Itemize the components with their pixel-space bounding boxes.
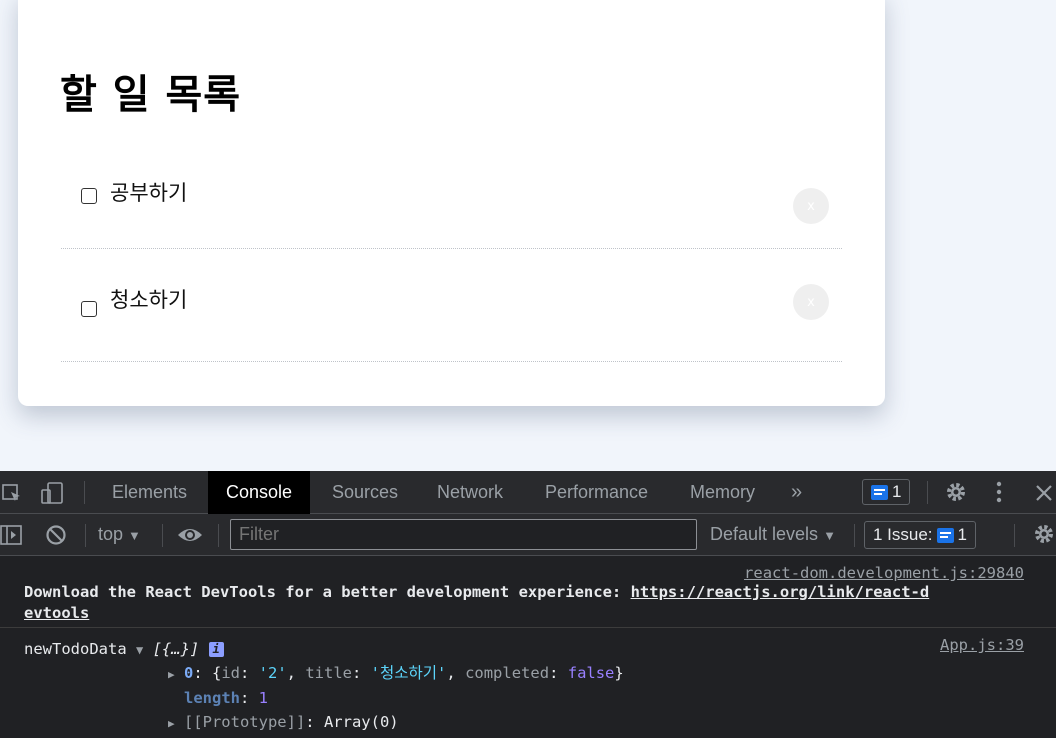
message-source-link[interactable]: App.js:39 <box>940 636 1024 654</box>
issues-count: 1 <box>957 525 968 544</box>
divider <box>218 524 219 547</box>
tab-network[interactable]: Network <box>419 471 521 514</box>
prop-value: '2' <box>258 664 287 682</box>
tab-sources[interactable]: Sources <box>314 471 416 514</box>
more-tabs-button[interactable]: » <box>773 471 820 514</box>
array-index: 0 <box>183 664 194 682</box>
log-levels-dropdown[interactable]: Default levels ▼ <box>710 524 836 545</box>
message-icon <box>871 484 888 500</box>
todo-item: 청소하기 x <box>61 256 842 362</box>
sidebar-toggle-icon[interactable] <box>0 525 22 545</box>
prop-value: Array(0) <box>323 713 399 731</box>
messages-badge[interactable]: 1 <box>862 479 911 505</box>
divider <box>84 481 85 504</box>
filter-input[interactable] <box>230 519 697 550</box>
eye-icon[interactable] <box>177 525 203 545</box>
console-settings-icon[interactable] <box>1032 524 1056 544</box>
todo-checkbox[interactable] <box>81 300 97 317</box>
issues-button[interactable]: 1 Issue: 1 <box>864 521 977 549</box>
prop-key: [[Prototype]] <box>183 713 306 731</box>
array-summary[interactable]: [{…}] <box>153 640 200 658</box>
divider <box>1014 524 1015 547</box>
delete-button[interactable]: x <box>793 284 829 320</box>
clear-console-icon[interactable] <box>45 525 67 545</box>
messages-count: 1 <box>892 482 902 501</box>
expand-arrow-icon[interactable]: ▼ <box>136 643 143 657</box>
prop-key: title <box>305 664 352 682</box>
message-body: Download the React DevTools for a better… <box>24 583 631 601</box>
prototype-row[interactable]: ▶ [[Prototype]]: Array(0) <box>168 710 399 736</box>
prop-value: 1 <box>258 689 269 707</box>
prop-key: id <box>221 664 240 682</box>
settings-gear-icon[interactable] <box>944 482 968 502</box>
page-title: 할 일 목록 <box>60 72 242 118</box>
length-row: length: 1 <box>184 689 269 707</box>
expand-arrow-icon[interactable]: ▶ <box>168 668 175 681</box>
divider <box>854 524 855 547</box>
devtools-panel: Elements Console Sources Network Perform… <box>0 471 1056 738</box>
delete-button[interactable]: x <box>793 188 829 224</box>
console-message: App.js:39 newTodoData ▼ [{…}] i ▶ 0: {id… <box>0 628 1056 738</box>
todo-checkbox[interactable] <box>81 187 97 204</box>
message-source-link[interactable]: react-dom.development.js:29840 <box>744 564 1024 582</box>
prop-key: completed <box>465 664 550 682</box>
divider <box>927 481 928 504</box>
todo-item: 공부하기 x <box>61 143 842 249</box>
prop-value: false <box>567 664 615 682</box>
tab-memory[interactable]: Memory <box>672 471 773 514</box>
prop-key: length <box>184 689 240 707</box>
info-icon[interactable]: i <box>208 642 224 657</box>
log-levels-label: Default levels <box>710 524 819 544</box>
device-toolbar-icon[interactable] <box>40 482 66 504</box>
issue-icon <box>936 527 954 543</box>
prop-value: '청소하기' <box>370 664 447 682</box>
dropdown-arrow-icon: ▼ <box>823 528 836 543</box>
todo-card: 할 일 목록 공부하기 x 청소하기 x <box>18 0 885 406</box>
issues-label: 1 Issue: <box>873 525 933 544</box>
inspect-element-icon[interactable] <box>2 483 22 503</box>
react-devtools-link-continued[interactable]: evtools <box>24 604 89 622</box>
tab-elements[interactable]: Elements <box>94 471 205 514</box>
divider <box>162 524 163 547</box>
context-label: top <box>98 524 124 544</box>
todo-label: 공부하기 <box>110 181 188 205</box>
context-selector[interactable]: top ▼ <box>98 524 141 545</box>
more-options-icon[interactable] <box>995 481 1003 503</box>
message-text: Download the React DevTools for a better… <box>24 582 929 624</box>
message-text: newTodoData ▼ [{…}] i <box>24 637 224 662</box>
tab-performance[interactable]: Performance <box>527 471 666 514</box>
dropdown-arrow-icon: ▼ <box>128 528 141 543</box>
log-label: newTodoData <box>24 640 127 658</box>
console-filter-bar: top ▼ Default levels ▼ 1 Issue: 1 <box>0 514 1056 556</box>
devtools-tabbar: Elements Console Sources Network Perform… <box>0 471 1056 514</box>
array-item-row[interactable]: ▶ 0: {id: '2', title: '청소하기', completed:… <box>168 661 624 687</box>
divider <box>85 524 86 547</box>
todo-label: 청소하기 <box>110 288 188 312</box>
console-message: react-dom.development.js:29840 Download … <box>0 556 1056 628</box>
tab-console[interactable]: Console <box>208 471 311 514</box>
expand-arrow-icon[interactable]: ▶ <box>168 717 175 730</box>
react-devtools-link[interactable]: https://reactjs.org/link/react-d <box>631 583 930 601</box>
close-icon[interactable] <box>1034 483 1054 503</box>
